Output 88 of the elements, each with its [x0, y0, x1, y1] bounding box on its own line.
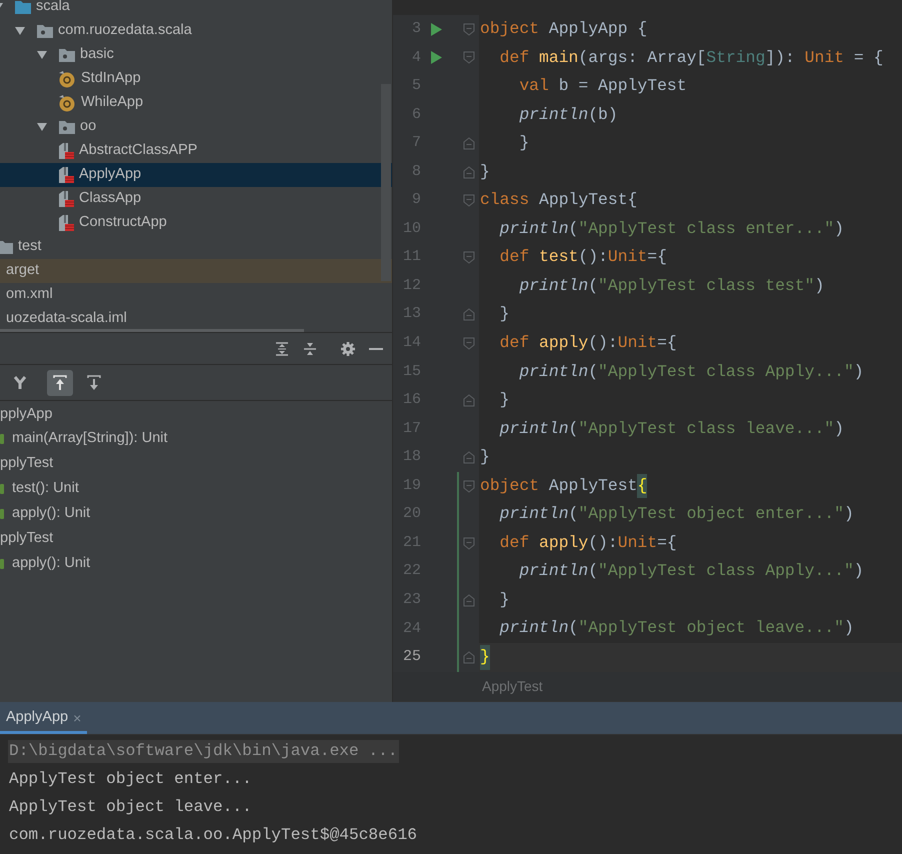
method-icon	[0, 558, 4, 569]
fold-marker-icon[interactable]	[463, 22, 475, 36]
code-line: def test():Unit={	[498, 246, 667, 268]
method-icon	[0, 434, 4, 444]
scala-file-icon	[58, 142, 74, 160]
code-line: object ApplyTest{	[479, 472, 648, 500]
line-number: 25	[402, 647, 421, 668]
vertical-scrollbar[interactable]	[381, 84, 391, 281]
tree-item[interactable]: uozedata-scala.iml	[0, 307, 392, 331]
console-output: ApplyTest object enter...	[8, 768, 253, 790]
object-icon	[58, 70, 76, 88]
expand-arrow-icon[interactable]	[36, 121, 48, 133]
package-icon	[59, 120, 75, 134]
expand-arrow-icon[interactable]	[14, 25, 26, 37]
structure-item[interactable]: test(): Unit	[12, 478, 79, 500]
expand-arrow-icon[interactable]	[36, 49, 48, 61]
package-icon	[37, 24, 53, 38]
method-icon	[0, 509, 4, 519]
tree-item[interactable]: ConstructApp	[0, 211, 392, 235]
down-arrow-icon	[86, 374, 102, 390]
code-line: println(b)	[518, 104, 618, 126]
code-line: }	[479, 446, 490, 468]
tree-item[interactable]: StdInApp	[0, 67, 392, 91]
code-line: println("ApplyTest class leave...")	[498, 418, 844, 440]
fold-marker-icon[interactable]	[463, 336, 475, 350]
tree-item[interactable]: AbstractClassAPP	[0, 139, 392, 163]
structure-item[interactable]: pplyTest	[0, 526, 392, 552]
fold-marker-icon[interactable]	[463, 194, 475, 208]
code-line: object ApplyApp {	[479, 18, 648, 40]
up-arrow-icon	[52, 374, 68, 390]
tree-item[interactable]: om.xml	[0, 283, 392, 307]
code-line: def apply():Unit={	[498, 332, 677, 354]
fold-marker-icon[interactable]	[463, 450, 475, 464]
structure-item[interactable]: pplyApp	[0, 402, 392, 427]
structure-item[interactable]: main(Array[String]): Unit	[12, 428, 168, 450]
scala-file-icon	[58, 166, 74, 184]
tree-item[interactable]: ApplyApp	[0, 163, 392, 187]
tree-item[interactable]: WhileApp	[0, 91, 392, 115]
run-icon[interactable]	[430, 22, 442, 36]
tree-item[interactable]: basic	[0, 43, 392, 67]
fold-marker-icon[interactable]	[463, 308, 475, 322]
code-line: println("ApplyTest class Apply...")	[518, 360, 864, 383]
package-icon	[59, 48, 75, 62]
console-output: com.ruozedata.scala.oo.ApplyTest$@45c8e616	[8, 824, 418, 846]
settings-icon[interactable]	[340, 340, 356, 356]
scala-file-icon	[58, 190, 74, 208]
tree-item[interactable]: arget	[0, 259, 392, 283]
code-line: val b = ApplyTest	[518, 75, 687, 98]
fold-marker-icon[interactable]	[463, 51, 475, 64]
code-line: println("ApplyTest object leave...")	[498, 617, 854, 640]
up-arrow-button[interactable]	[47, 370, 73, 396]
tree-item[interactable]: test	[0, 235, 392, 259]
object-icon	[58, 94, 76, 112]
expand-all-icon[interactable]	[274, 340, 290, 356]
code-line: def apply():Unit={	[498, 532, 677, 554]
tree-item[interactable]: com.ruozedata.scala	[0, 19, 392, 43]
collapse-all-icon[interactable]	[302, 340, 318, 356]
run-icon[interactable]	[430, 51, 442, 64]
code-line: println("ApplyTest class enter...")	[498, 218, 844, 240]
code-line: def main(args: Array[String]): Unit = {	[498, 46, 884, 69]
tree-item[interactable]: oo	[0, 115, 392, 139]
code-line: class ApplyTest{	[479, 189, 638, 212]
scala-file-icon	[58, 214, 74, 232]
fold-marker-icon[interactable]	[463, 394, 475, 407]
code-line: println("ApplyTest class Apply...")	[518, 560, 864, 582]
code-line: }	[498, 389, 510, 412]
structure-item[interactable]: apply(): Unit	[12, 552, 90, 575]
code-line: println("ApplyTest object enter...")	[498, 503, 854, 526]
fold-marker-icon[interactable]	[463, 136, 475, 150]
fold-marker-icon[interactable]	[463, 536, 475, 550]
fold-marker-icon[interactable]	[463, 650, 475, 664]
structure-item[interactable]: pplyTest	[0, 452, 392, 477]
code-line: }	[498, 303, 510, 326]
folder-icon	[15, 0, 31, 14]
folder-icon	[0, 240, 13, 254]
branch-icon	[12, 374, 28, 390]
fold-marker-icon[interactable]	[463, 251, 475, 264]
tree-item[interactable]: ClassApp	[0, 187, 392, 211]
code-line: }	[518, 132, 530, 154]
fold-marker-icon[interactable]	[463, 480, 475, 493]
fold-marker-icon[interactable]	[463, 166, 475, 178]
code-line: println("ApplyTest class test")	[518, 274, 824, 297]
structure-item[interactable]: apply(): Unit	[12, 503, 90, 525]
code-line: }	[479, 160, 490, 183]
method-icon	[0, 484, 4, 494]
code-line: }	[498, 588, 510, 611]
fold-marker-icon[interactable]	[463, 594, 475, 607]
console-output: ApplyTest object leave...	[8, 796, 253, 818]
